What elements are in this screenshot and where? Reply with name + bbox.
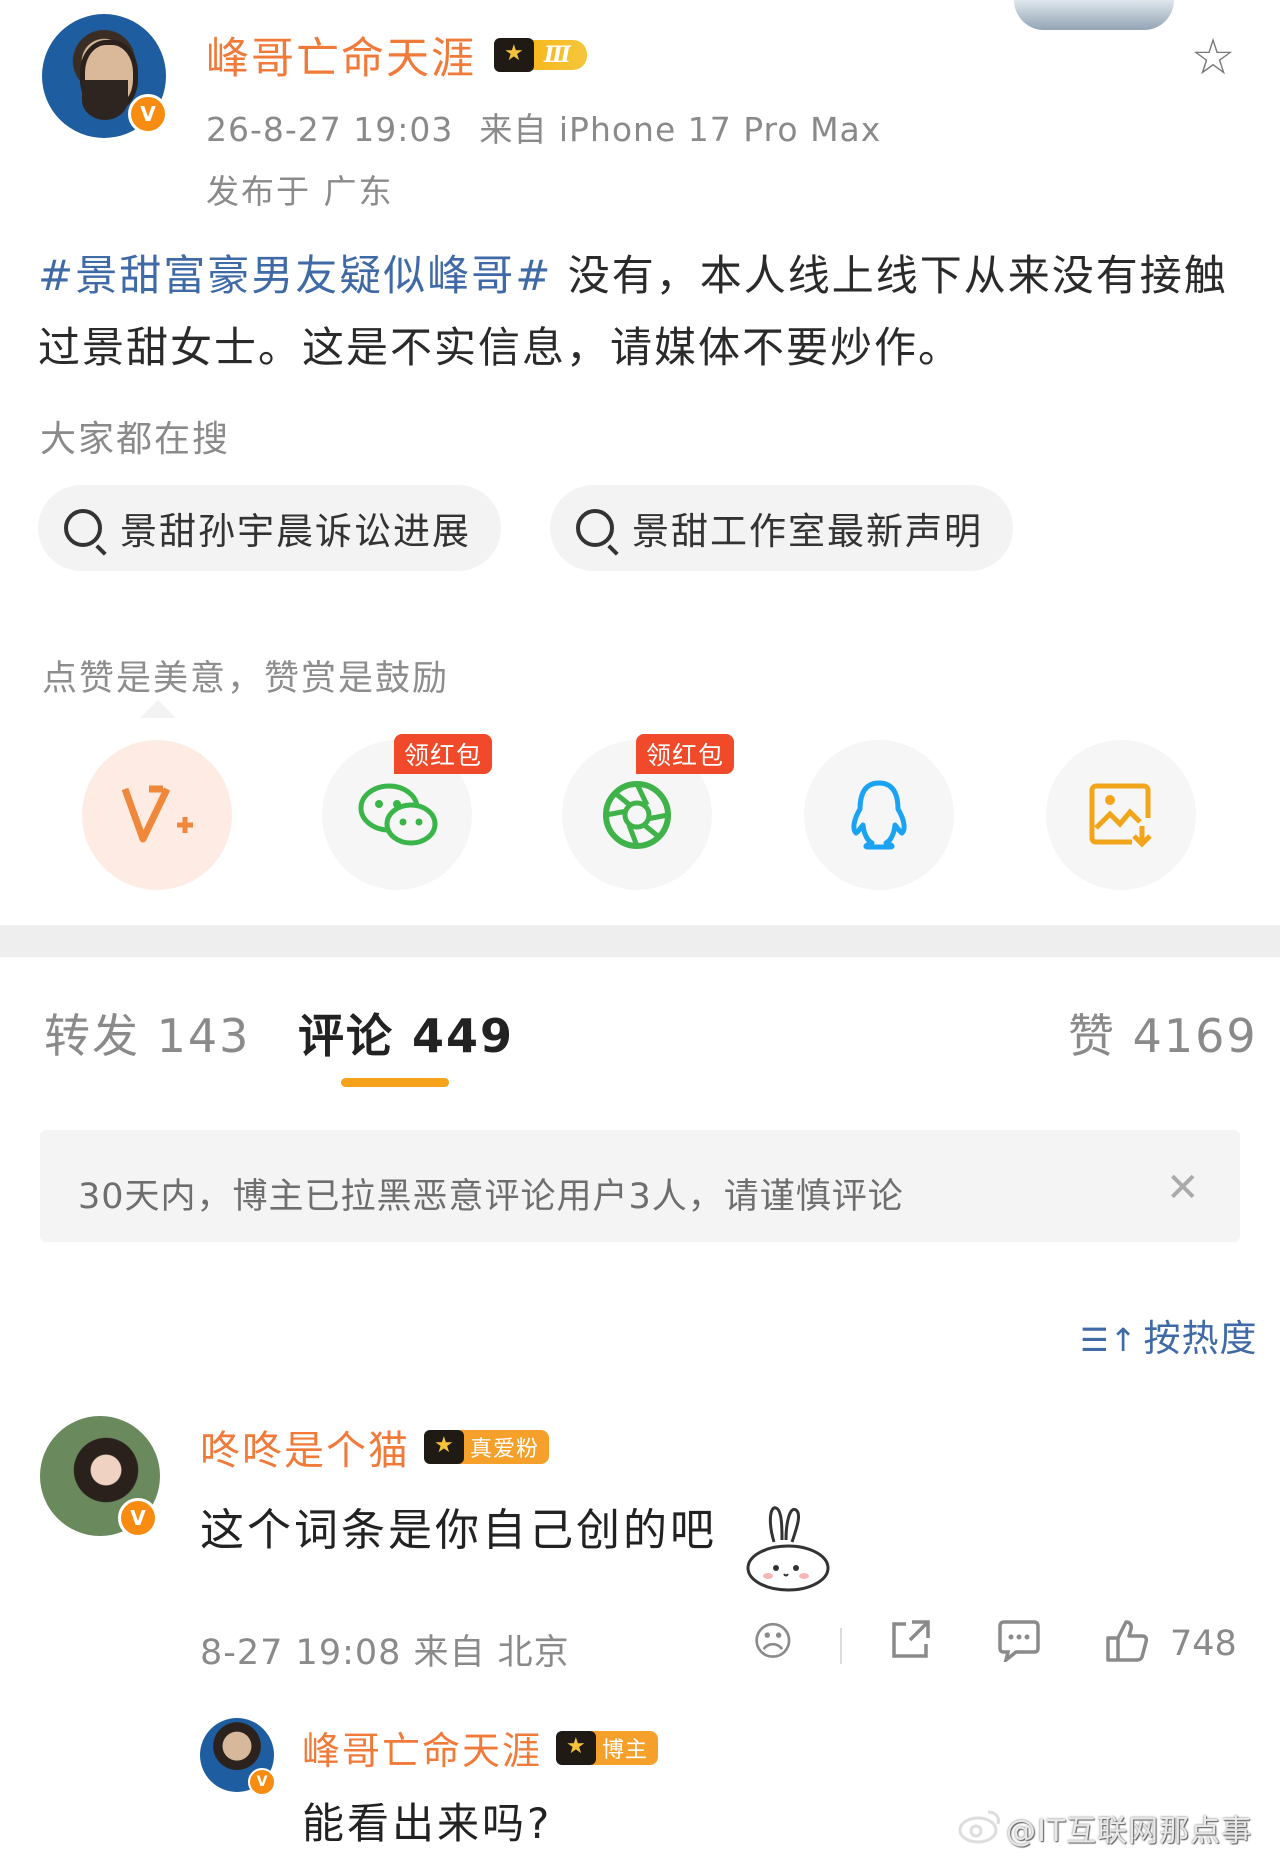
v-plus-button[interactable]	[82, 740, 232, 890]
sort-label: 按热度	[1143, 1317, 1258, 1360]
sort-by-hot-button[interactable]: ☰↑ 按热度	[1080, 1308, 1258, 1362]
trending-search-pill-1[interactable]: 景甜孙宇晨诉讼进展	[38, 485, 501, 571]
reply-text: 能看出来吗?	[302, 1799, 553, 1848]
fan-badge: 真爱粉	[424, 1430, 550, 1464]
post-location: 发布于 广东	[206, 172, 394, 211]
comment-text: 这个词条是你自己创的吧	[200, 1505, 717, 1556]
reply-author-row[interactable]: 峰哥亡命天涯 博主	[302, 1720, 659, 1775]
hongbao-badge-wechat: 领红包	[394, 734, 493, 774]
verified-badge-icon: V	[128, 94, 168, 134]
fan-badge-label: 真爱粉	[460, 1430, 550, 1464]
post-timestamp: 26-8-27 19:03	[206, 110, 454, 149]
verified-badge-icon: V	[118, 1498, 158, 1538]
trending-search-text-1: 景甜孙宇晨诉讼进展	[120, 510, 471, 553]
crown-icon	[494, 38, 534, 72]
post-content: #景甜富豪男友疑似峰哥# 没有，本人线上线下从来没有接触过景甜女士。这是不实信息…	[38, 240, 1248, 384]
save-image-button[interactable]	[1046, 740, 1196, 890]
hashtag-link[interactable]: #景甜富豪男友疑似峰哥#	[38, 251, 552, 300]
verified-badge-icon: V	[248, 1768, 276, 1796]
tab-comments[interactable]: 评论 449	[298, 1000, 514, 1066]
avatar-beard	[82, 80, 128, 120]
blogger-badge: 博主	[556, 1730, 659, 1765]
commenter-name[interactable]: 咚咚是个猫	[200, 1418, 410, 1476]
reply-author-name[interactable]: 峰哥亡命天涯	[302, 1720, 542, 1775]
watermark-text: @IT互联网那点事	[1006, 1814, 1253, 1849]
thumbs-up-icon[interactable]	[1104, 1618, 1150, 1675]
vip-crown-badge: Ⅲ	[494, 38, 587, 72]
reward-label: 点赞是美意，赞赏是鼓励	[42, 659, 450, 699]
qq-icon	[851, 780, 907, 850]
tab-likes[interactable]: 赞 4169	[1068, 1000, 1258, 1066]
author-name[interactable]: 峰哥亡命天涯	[206, 24, 476, 86]
comment-meta: 8-27 19:08 来自 北京	[200, 1633, 570, 1673]
crown-icon	[556, 1730, 597, 1765]
comment-notice-text: 30天内，博主已拉黑恶意评论用户3人，请谨慎评论	[78, 1177, 904, 1217]
dislike-face-icon[interactable]: ☹	[752, 1618, 794, 1666]
close-icon[interactable]: ✕	[1166, 1168, 1200, 1208]
top-banner-decoration	[1014, 0, 1174, 30]
bunny-sticker-icon	[746, 1506, 830, 1592]
trending-search-pill-2[interactable]: 景甜工作室最新声明	[550, 485, 1013, 571]
action-divider	[840, 1628, 842, 1664]
commenter-name-row[interactable]: 咚咚是个猫 真爱粉	[200, 1418, 550, 1476]
post-source: 来自 iPhone 17 Pro Max	[479, 110, 882, 149]
tab-repost[interactable]: 转发 143	[44, 1000, 250, 1066]
search-icon	[576, 509, 614, 547]
reply-comment-icon[interactable]	[996, 1618, 1042, 1673]
save-image-icon	[1089, 783, 1152, 848]
comment-like-count: 748	[1170, 1624, 1237, 1664]
v-plus-icon	[121, 785, 193, 843]
favorite-star-icon[interactable]: ☆	[1186, 30, 1240, 84]
wechat-icon	[358, 783, 438, 846]
share-comment-icon[interactable]	[888, 1618, 932, 1673]
crown-icon	[424, 1430, 464, 1464]
share-qq-button[interactable]	[804, 740, 954, 890]
author-name-row[interactable]: 峰哥亡命天涯 Ⅲ	[206, 24, 587, 86]
active-tab-indicator	[341, 1078, 449, 1087]
trending-search-label: 大家都在搜	[40, 419, 231, 460]
sort-icon: ☰↑	[1080, 1321, 1138, 1359]
section-divider	[0, 925, 1280, 957]
moments-icon	[603, 781, 671, 849]
vip-level: Ⅲ	[530, 40, 587, 70]
search-icon	[64, 509, 102, 547]
blogger-badge-label: 博主	[592, 1730, 659, 1765]
hongbao-badge-moments: 领红包	[636, 734, 735, 774]
trending-search-text-2: 景甜工作室最新声明	[632, 510, 983, 553]
weibo-logo-icon	[958, 1810, 1000, 1844]
tooltip-notch	[140, 700, 176, 718]
post-meta: 26-8-27 19:03 来自 iPhone 17 Pro Max	[206, 103, 881, 151]
